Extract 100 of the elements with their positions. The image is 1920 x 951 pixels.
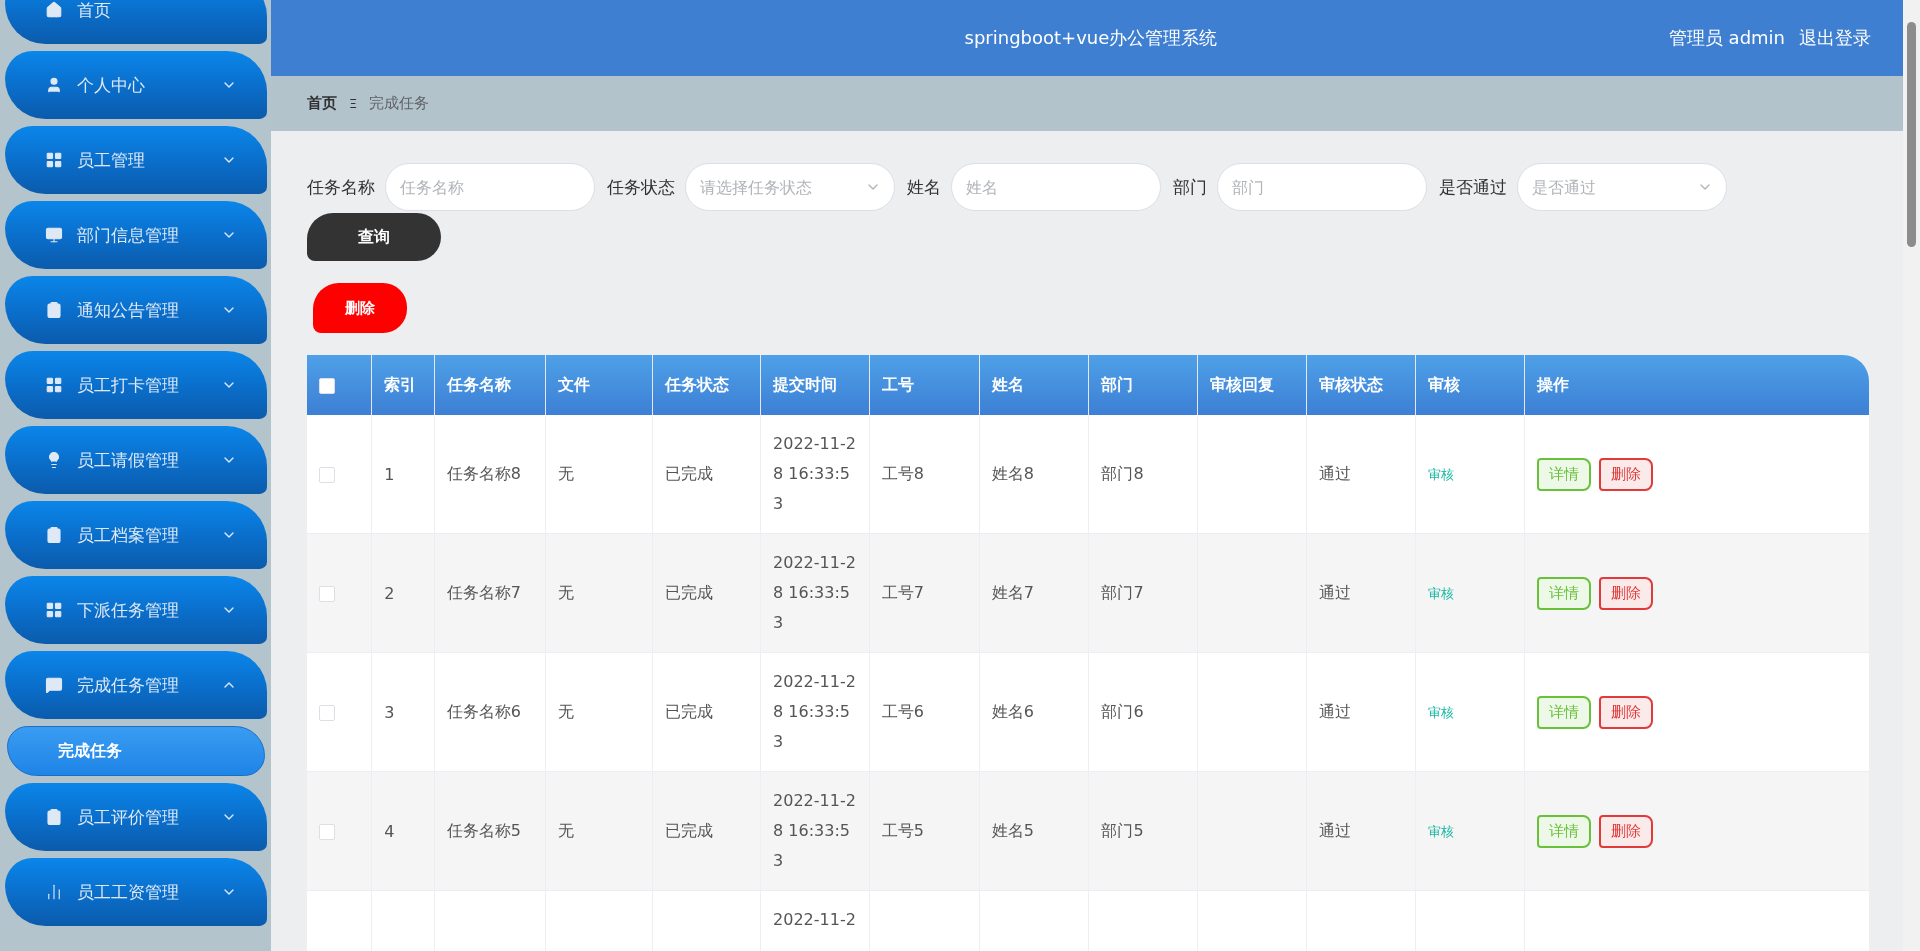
- select-field[interactable]: 是否通过: [1517, 163, 1727, 211]
- table-cell: 无: [557, 701, 574, 721]
- review-link[interactable]: 审核: [1427, 586, 1454, 601]
- table-cell: 3: [384, 702, 395, 722]
- details-button[interactable]: 详情: [1536, 695, 1591, 729]
- field-label: 任务状态: [607, 175, 675, 199]
- breadcrumb-separator: Ξ: [349, 96, 358, 111]
- column-header: 部门: [1088, 355, 1198, 415]
- sidebar-menu-item[interactable]: 员工打卡管理: [5, 351, 267, 419]
- table-cell: 任务名称6: [446, 701, 521, 721]
- monitor-icon: [45, 226, 63, 244]
- table-cell: 通过: [1319, 701, 1351, 721]
- row-checkbox[interactable]: [319, 467, 335, 483]
- column-header: 文件: [545, 355, 653, 415]
- table-cell: 任务名称8: [446, 463, 521, 483]
- table-cell-text: 2022-11-2: [773, 909, 857, 931]
- delete-button[interactable]: 删除: [1598, 695, 1653, 729]
- table-cell: 姓名6: [991, 701, 1034, 721]
- table-cell: 已完成: [665, 582, 714, 602]
- details-button[interactable]: 详情: [1536, 576, 1591, 610]
- sidebar-menu-item[interactable]: 下派任务管理: [5, 576, 267, 644]
- table-cell: 工号6: [881, 701, 925, 721]
- table-cell: 4: [384, 821, 395, 841]
- table-cell: 无: [557, 820, 574, 840]
- scrollbar-thumb[interactable]: [1907, 22, 1916, 247]
- review-link[interactable]: 审核: [1427, 824, 1454, 839]
- table-cell: 任务名称7: [446, 582, 521, 602]
- table-cell: 姓名8: [991, 463, 1034, 483]
- sidebar-menu-item[interactable]: 部门信息管理: [5, 201, 267, 269]
- row-checkbox[interactable]: [319, 705, 335, 721]
- table-cell: 姓名5: [991, 820, 1034, 840]
- column-header: 提交时间: [760, 355, 870, 415]
- table-cell: 部门7: [1101, 582, 1144, 602]
- breadcrumb-home[interactable]: 首页: [307, 94, 337, 113]
- table-cell: 已完成: [665, 463, 714, 483]
- column-header: 审核回复: [1197, 355, 1307, 415]
- sidebar-menu-item[interactable]: 完成任务管理: [5, 651, 267, 719]
- field-label: 姓名: [907, 175, 941, 199]
- table-cell-text: 2022-11-28 16:33:53: [773, 433, 857, 515]
- grid-icon: [45, 376, 63, 394]
- sidebar-menu-item[interactable]: 通知公告管理: [5, 276, 267, 344]
- table-cell: 通过: [1319, 582, 1351, 602]
- table-cell: 已完成: [665, 820, 714, 840]
- table-cell: 工号5: [881, 820, 925, 840]
- review-link[interactable]: 审核: [1427, 705, 1454, 720]
- app-title: springboot+vue办公管理系统: [963, 26, 1219, 50]
- input-field[interactable]: 姓名: [951, 163, 1161, 211]
- bar-chart-icon: [45, 883, 63, 901]
- field-label: 部门: [1173, 175, 1207, 199]
- column-header: 审核: [1415, 355, 1525, 415]
- sidebar-submenu-item[interactable]: 完成任务: [7, 726, 265, 776]
- input-field[interactable]: 任务名称: [385, 163, 595, 211]
- table-cell-text: 2022-11-28 16:33:53: [773, 552, 857, 634]
- column-header: 索引: [371, 355, 435, 415]
- sidebar-menu-item[interactable]: 首页: [5, 0, 267, 44]
- delete-button[interactable]: 删除: [313, 283, 407, 333]
- column-header: 姓名: [979, 355, 1089, 415]
- details-button[interactable]: 详情: [1536, 814, 1591, 848]
- table-cell: 工号8: [881, 463, 925, 483]
- field-label: 是否通过: [1439, 175, 1507, 199]
- table-cell: 通过: [1319, 820, 1351, 840]
- table-cell: 2: [384, 583, 395, 603]
- sidebar-menu-item[interactable]: 员工管理: [5, 126, 267, 194]
- input-field[interactable]: 部门: [1217, 163, 1427, 211]
- sidebar-menu-item[interactable]: 个人中心: [5, 51, 267, 119]
- table-cell-text: 2022-11-28 16:33:53: [773, 671, 857, 753]
- table-cell-text: 2022-11-28 16:33:53: [773, 790, 857, 872]
- table-cell: 姓名7: [991, 582, 1034, 602]
- select-all-checkbox[interactable]: [319, 378, 335, 394]
- review-link[interactable]: 审核: [1427, 467, 1454, 482]
- breadcrumb-current: 完成任务: [369, 94, 430, 113]
- chat-icon: [45, 676, 63, 694]
- field-label: 任务名称: [307, 175, 375, 199]
- column-header: 任务状态: [652, 355, 761, 415]
- grid-icon: [45, 151, 63, 169]
- home-icon: [45, 1, 63, 19]
- table-cell: 通过: [1319, 463, 1351, 483]
- table-cell: 部门6: [1101, 701, 1144, 721]
- delete-button[interactable]: 删除: [1598, 457, 1653, 491]
- row-checkbox[interactable]: [319, 586, 335, 602]
- table-cell: 无: [557, 463, 574, 483]
- table-cell: 部门5: [1101, 820, 1144, 840]
- column-header: 操作: [1524, 355, 1869, 415]
- sidebar-menu-item[interactable]: 员工档案管理: [5, 501, 267, 569]
- sidebar-menu-item[interactable]: 员工工资管理: [5, 858, 267, 926]
- sidebar-menu-item[interactable]: 员工评价管理: [5, 783, 267, 851]
- column-header: 任务名称: [434, 355, 546, 415]
- delete-button[interactable]: 删除: [1598, 814, 1653, 848]
- sidebar-menu-item[interactable]: 员工请假管理: [5, 426, 267, 494]
- column-header: 审核状态: [1306, 355, 1416, 415]
- table-cell: 工号7: [881, 582, 925, 602]
- logout-link[interactable]: 退出登录: [1799, 26, 1871, 50]
- details-button[interactable]: 详情: [1536, 457, 1591, 491]
- delete-button[interactable]: 删除: [1598, 576, 1653, 610]
- query-button[interactable]: 查询: [307, 213, 441, 261]
- column-header: 工号: [869, 355, 980, 415]
- table-cell: 1: [384, 464, 395, 484]
- row-checkbox[interactable]: [319, 824, 335, 840]
- scrollbar[interactable]: [1903, 0, 1920, 951]
- select-field[interactable]: 请选择任务状态: [685, 163, 895, 211]
